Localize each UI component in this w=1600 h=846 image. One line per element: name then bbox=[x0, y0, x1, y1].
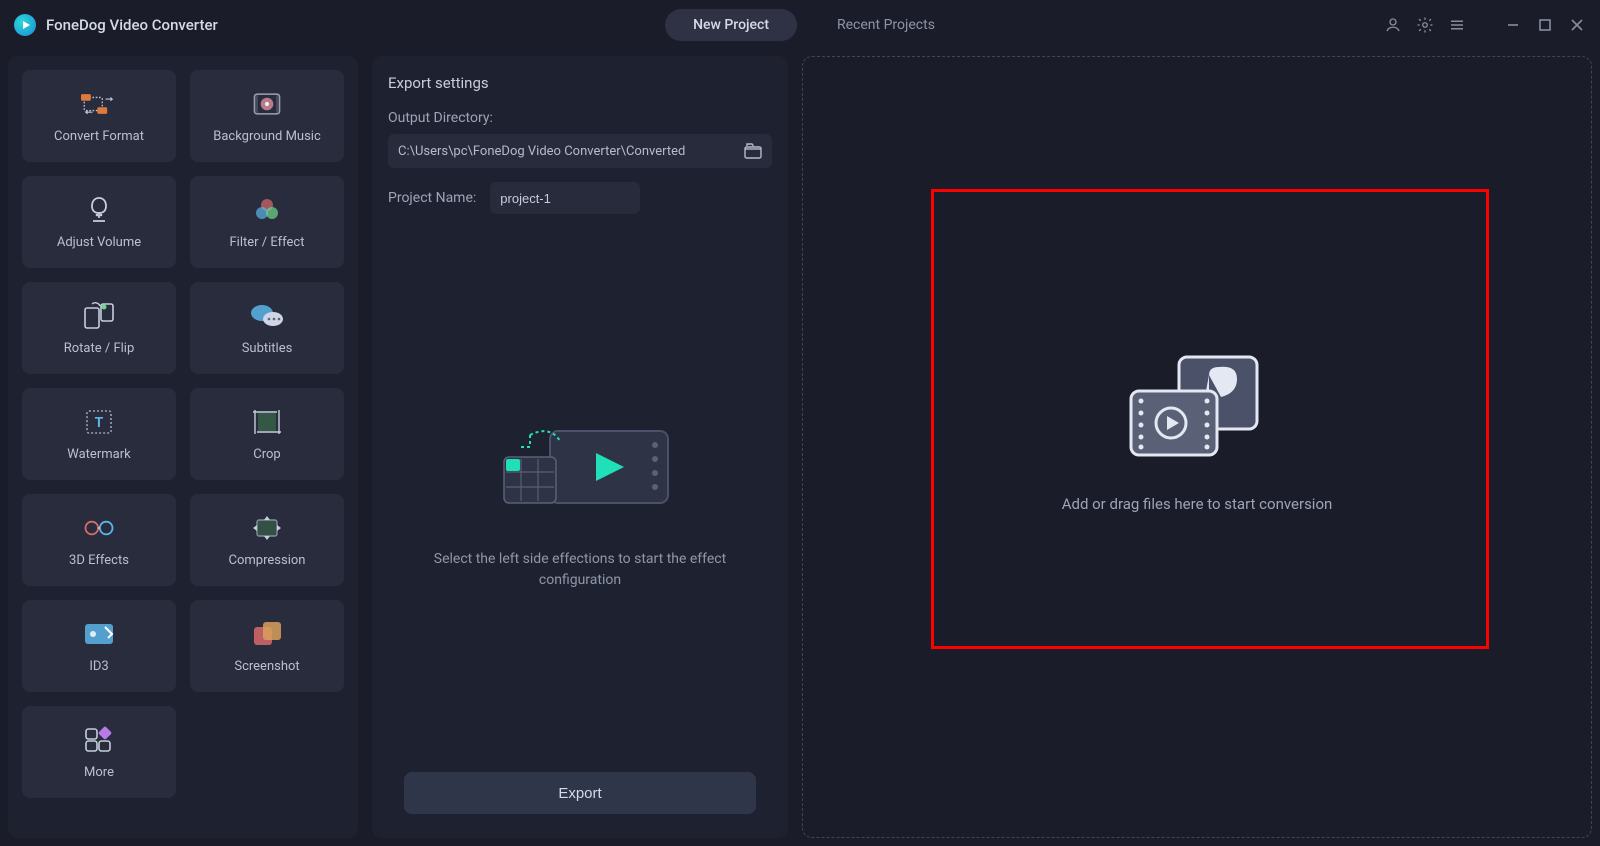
tool-filter-effect[interactable]: Filter / Effect bbox=[190, 176, 344, 268]
more-icon bbox=[81, 725, 117, 755]
output-dir-label: Output Directory: bbox=[388, 110, 772, 126]
app-title: FoneDog Video Converter bbox=[46, 16, 218, 34]
convert-format-icon bbox=[81, 89, 117, 119]
tool-adjust-volume[interactable]: Adjust Volume bbox=[22, 176, 176, 268]
titlebar: FoneDog Video Converter New Project Rece… bbox=[0, 0, 1600, 50]
output-dir-value: C:\Users\pc\FoneDog Video Converter\Conv… bbox=[398, 144, 685, 159]
watermark-icon: T bbox=[81, 407, 117, 437]
tool-label: Background Music bbox=[213, 129, 321, 144]
rotate-flip-icon bbox=[81, 301, 117, 331]
tool-crop[interactable]: Crop bbox=[190, 388, 344, 480]
export-illustration-icon bbox=[480, 403, 680, 523]
svg-text:T: T bbox=[95, 415, 104, 431]
tool-watermark[interactable]: T Watermark bbox=[22, 388, 176, 480]
export-panel: Export settings Output Directory: C:\Use… bbox=[372, 56, 788, 838]
highlight-annotation bbox=[931, 189, 1489, 649]
main-area: Convert Format Background Music Adjust V… bbox=[0, 50, 1600, 846]
tool-label: Subtitles bbox=[242, 341, 293, 356]
subtitles-icon bbox=[249, 301, 285, 331]
id3-icon bbox=[81, 619, 117, 649]
compression-icon bbox=[249, 513, 285, 543]
tool-label: 3D Effects bbox=[69, 553, 129, 568]
tool-convert-format[interactable]: Convert Format bbox=[22, 70, 176, 162]
tool-label: Convert Format bbox=[54, 129, 144, 144]
export-hint: Select the left side effections to start… bbox=[420, 549, 740, 591]
screenshot-icon bbox=[249, 619, 285, 649]
top-tabs: New Project Recent Projects bbox=[665, 9, 935, 41]
background-music-icon bbox=[249, 89, 285, 119]
tool-background-music[interactable]: Background Music bbox=[190, 70, 344, 162]
tool-label: Filter / Effect bbox=[230, 235, 305, 250]
app-logo-icon bbox=[14, 14, 36, 36]
output-dir-field[interactable]: C:\Users\pc\FoneDog Video Converter\Conv… bbox=[388, 134, 772, 168]
tool-3d-effects[interactable]: 3D Effects bbox=[22, 494, 176, 586]
gear-icon[interactable] bbox=[1416, 16, 1434, 34]
close-icon[interactable] bbox=[1568, 16, 1586, 34]
tab-new-project[interactable]: New Project bbox=[665, 9, 797, 41]
export-button[interactable]: Export bbox=[404, 772, 756, 814]
tool-label: More bbox=[84, 765, 114, 780]
tool-compression[interactable]: Compression bbox=[190, 494, 344, 586]
tool-label: Watermark bbox=[67, 447, 130, 462]
3d-effects-icon bbox=[81, 513, 117, 543]
logo-area: FoneDog Video Converter bbox=[14, 14, 218, 36]
project-name-input[interactable] bbox=[490, 182, 640, 214]
dropzone[interactable]: Add or drag files here to start conversi… bbox=[811, 65, 1583, 829]
tool-label: Adjust Volume bbox=[57, 235, 141, 250]
crop-icon bbox=[249, 407, 285, 437]
tool-screenshot[interactable]: Screenshot bbox=[190, 600, 344, 692]
window-controls bbox=[1384, 16, 1586, 34]
adjust-volume-icon bbox=[81, 195, 117, 225]
maximize-icon[interactable] bbox=[1536, 16, 1554, 34]
tool-label: Compression bbox=[229, 553, 306, 568]
tab-recent-projects[interactable]: Recent Projects bbox=[837, 17, 935, 33]
tool-label: Crop bbox=[253, 447, 280, 462]
user-icon[interactable] bbox=[1384, 16, 1402, 34]
browse-folder-icon[interactable] bbox=[744, 143, 762, 159]
project-name-label: Project Name: bbox=[388, 190, 476, 206]
dropzone-panel: Add or drag files here to start conversi… bbox=[802, 56, 1592, 838]
minimize-icon[interactable] bbox=[1504, 16, 1522, 34]
export-heading: Export settings bbox=[388, 74, 772, 92]
menu-icon[interactable] bbox=[1448, 16, 1466, 34]
tool-label: ID3 bbox=[89, 659, 108, 674]
tool-subtitles[interactable]: Subtitles bbox=[190, 282, 344, 374]
tool-label: Screenshot bbox=[234, 659, 299, 674]
tool-more[interactable]: More bbox=[22, 706, 176, 798]
tool-rotate-flip[interactable]: Rotate / Flip bbox=[22, 282, 176, 374]
filter-effect-icon bbox=[249, 195, 285, 225]
tool-label: Rotate / Flip bbox=[64, 341, 135, 356]
tool-sidebar: Convert Format Background Music Adjust V… bbox=[8, 56, 358, 838]
tool-id3[interactable]: ID3 bbox=[22, 600, 176, 692]
export-hero: Select the left side effections to start… bbox=[388, 222, 772, 772]
